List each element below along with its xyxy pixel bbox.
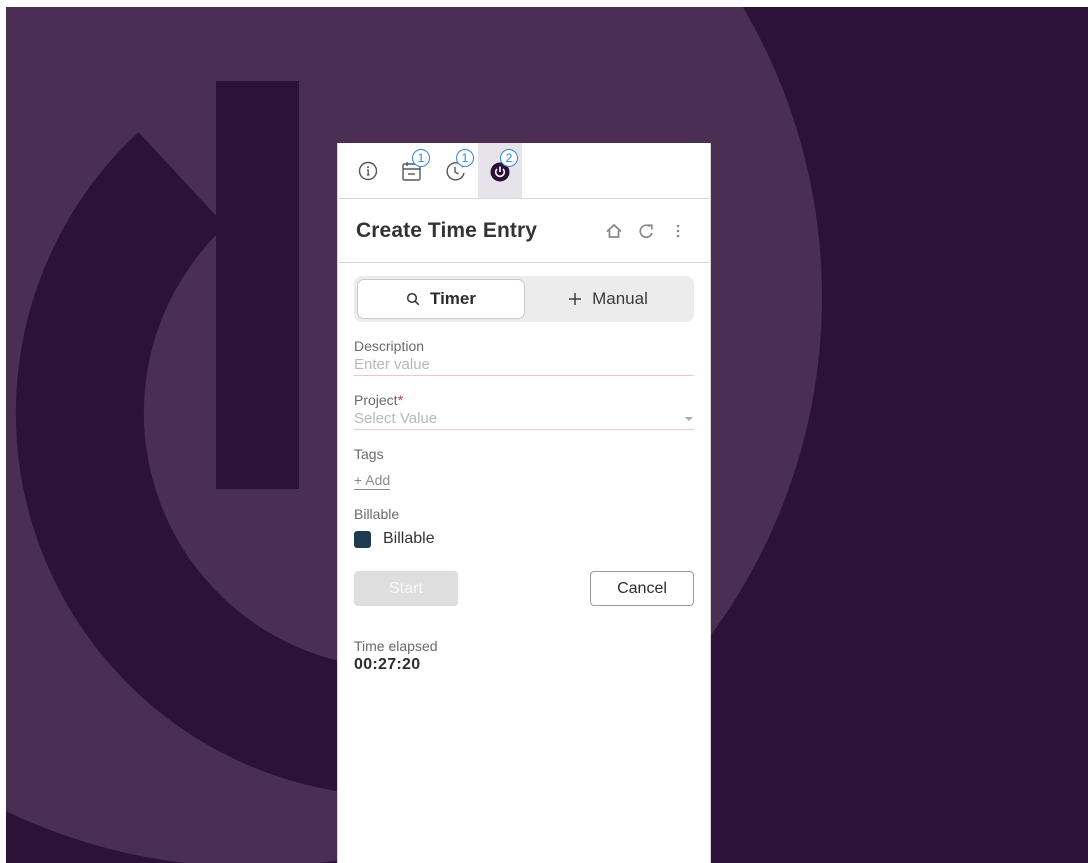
billable-checkbox-label: Billable — [383, 530, 435, 547]
calendar-badge: 1 — [412, 149, 430, 167]
more-icon — [676, 224, 680, 237]
more-options-button[interactable] — [664, 217, 692, 245]
clock-badge: 1 — [456, 149, 474, 167]
power-badge: 2 — [500, 149, 518, 167]
required-mark: * — [397, 392, 404, 408]
home-icon — [606, 223, 622, 238]
page-title: Create Time Entry — [356, 218, 538, 242]
time-elapsed-label: Time elapsed — [354, 638, 438, 654]
tags-label: Tags — [354, 446, 384, 462]
tab-calendar[interactable]: 1 — [390, 143, 434, 198]
time-elapsed-value: 00:27:20 — [354, 656, 421, 673]
cancel-button[interactable]: Cancel — [590, 571, 694, 606]
info-icon — [358, 161, 378, 180]
tags-field: Tags + Add — [354, 446, 694, 490]
timer-mode-label: Timer — [430, 289, 476, 308]
tab-clock[interactable]: 1 — [434, 143, 478, 198]
project-select[interactable]: Select Value — [354, 408, 694, 430]
project-field: Project* Select Value — [354, 392, 694, 430]
billable-checkbox[interactable] — [354, 530, 371, 548]
add-tag-button[interactable]: + Add — [354, 472, 391, 490]
project-label: Project* — [354, 392, 694, 408]
project-select-value: Select Value — [354, 410, 438, 427]
home-button[interactable] — [600, 217, 628, 245]
manual-mode-label: Manual — [592, 289, 648, 308]
billable-field: Billable Billable — [354, 506, 694, 548]
billable-label: Billable — [354, 506, 400, 522]
billable-toggle[interactable]: Billable — [354, 530, 694, 548]
timer-mode-button[interactable]: Timer — [357, 279, 525, 319]
start-button[interactable]: Start — [354, 571, 458, 606]
time-elapsed: Time elapsed 00:27:20 — [354, 638, 694, 674]
description-label: Description — [354, 338, 425, 354]
mode-switch: Timer Manual — [354, 276, 694, 322]
form-content: Timer Manual Description Proje — [338, 263, 710, 674]
description-input[interactable] — [354, 354, 694, 376]
refresh-button[interactable] — [632, 217, 660, 245]
form-actions: Start Cancel — [354, 571, 694, 606]
plus-icon — [568, 292, 582, 306]
project-label-text: Project — [354, 392, 398, 408]
refresh-icon — [639, 223, 653, 238]
dropdown-arrow-icon — [685, 416, 693, 421]
tab-info[interactable] — [346, 143, 390, 198]
manual-mode-button[interactable]: Manual — [525, 279, 691, 319]
search-icon — [406, 292, 420, 306]
time-entry-panel: 1 1 2 Create Time Entry Timer Manual Des… — [337, 143, 711, 863]
background-stage: 1 1 2 Create Time Entry Timer Manual Des… — [6, 7, 1088, 863]
description-field: Description — [354, 338, 694, 376]
panel-tab-bar: 1 1 2 — [338, 143, 710, 199]
panel-header: Create Time Entry — [338, 199, 710, 263]
tab-power[interactable]: 2 — [478, 143, 522, 198]
